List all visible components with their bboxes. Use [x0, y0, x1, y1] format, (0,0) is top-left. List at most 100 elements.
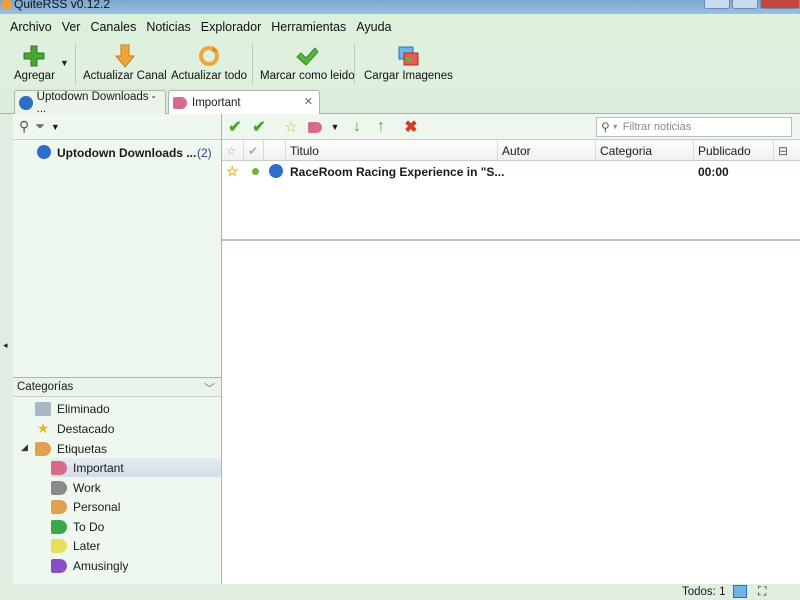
app-icon: [2, 0, 11, 9]
checkmark-icon: [294, 44, 320, 68]
category-label: Destacado: [57, 421, 115, 436]
label-important[interactable]: Important: [51, 458, 221, 477]
news-column-header: ☆ ✔ Titulo Autor Categoria Publicado ⊟: [222, 140, 800, 161]
arrow-down-icon: [112, 44, 138, 68]
status-total: Todos: 1: [682, 586, 726, 598]
load-images-button[interactable]: Cargar Imagenes: [364, 44, 453, 82]
next-arrow-icon[interactable]: ↓: [348, 118, 366, 135]
add-dropdown-icon[interactable]: ▼: [60, 58, 69, 68]
minimize-button[interactable]: [704, 0, 730, 9]
filter-news-input[interactable]: ⚲ ▼ Filtrar noticias: [596, 117, 792, 137]
load-images-label: Cargar Imagenes: [364, 70, 453, 82]
add-label: Agregar: [14, 70, 55, 82]
label-later[interactable]: Later: [51, 536, 100, 555]
menu-archivo[interactable]: Archivo: [10, 20, 52, 34]
columns-menu-icon[interactable]: ⊟: [774, 140, 800, 161]
tab-bar: Uptodown Downloads - ... Important ✕: [0, 88, 800, 115]
window-title: QuiteRSS v0.12.2: [14, 0, 111, 11]
search-icon: ⚲: [601, 120, 610, 134]
chevron-down-icon[interactable]: ▼: [612, 124, 619, 131]
label-tag-icon[interactable]: [306, 119, 324, 135]
categories-title: Categorías: [17, 381, 74, 393]
label-work[interactable]: Work: [51, 478, 101, 497]
label-tag-icon: [51, 499, 67, 514]
add-button[interactable]: Agregar: [14, 44, 55, 82]
menu-bar: Archivo Ver Canales Noticias Explorador …: [0, 14, 800, 40]
window-titlebar: QuiteRSS v0.12.2: [0, 0, 800, 14]
star-icon[interactable]: ☆: [282, 119, 300, 136]
menu-herramientas[interactable]: Herramientas: [271, 20, 346, 34]
feeds-panel: ⚲ ⏷ ▼ Uptodown Downloads ... (2) Categor…: [13, 114, 222, 584]
tab-uptodown[interactable]: Uptodown Downloads - ...: [14, 90, 166, 115]
search-icon[interactable]: ⚲: [19, 118, 29, 135]
label-name: Amusingly: [73, 558, 129, 573]
menu-ver[interactable]: Ver: [62, 20, 81, 34]
tab-close-icon[interactable]: ✕: [304, 95, 313, 108]
main-toolbar: Agregar ▼ Actualizar Canal Actualizar to…: [0, 40, 800, 88]
refresh-icon: [196, 44, 222, 68]
feeds-toolbar: ⚲ ⏷ ▼: [13, 114, 221, 140]
maximize-button[interactable]: [732, 0, 758, 9]
label-name: Personal: [73, 499, 121, 514]
menu-ayuda[interactable]: Ayuda: [356, 20, 391, 34]
menu-noticias[interactable]: Noticias: [146, 20, 190, 34]
news-published: 00:00: [698, 165, 729, 179]
list-splitter[interactable]: [222, 239, 800, 241]
category-labels[interactable]: Etiquetas: [35, 439, 107, 458]
toolbar-divider: [252, 44, 253, 84]
category-starred[interactable]: ★ Destacado: [35, 419, 115, 438]
chevron-down-icon[interactable]: ▼: [326, 119, 344, 135]
author-column-header[interactable]: Autor: [498, 140, 596, 161]
label-name: Important: [73, 460, 124, 475]
window-controls: [704, 0, 800, 10]
download-feed-icon: [269, 164, 283, 178]
category-deleted[interactable]: Eliminado: [35, 399, 110, 418]
fullscreen-icon[interactable]: ⛶: [758, 584, 766, 599]
collapse-strip[interactable]: ◂: [0, 114, 13, 584]
feed-column-header[interactable]: [264, 140, 286, 161]
label-todo[interactable]: To Do: [51, 517, 104, 536]
unread-dot-icon[interactable]: [252, 168, 259, 175]
read-column-icon[interactable]: ✔: [244, 140, 264, 161]
download-feed-icon: [19, 95, 33, 110]
tab-important[interactable]: Important ✕: [168, 90, 320, 115]
label-amusingly[interactable]: Amusingly: [51, 556, 128, 575]
category-column-header[interactable]: Categoria: [596, 140, 694, 161]
news-row[interactable]: ☆ RaceRoom Racing Experience in "S... 00…: [222, 161, 800, 182]
mark-read-button[interactable]: Marcar como leido: [260, 44, 355, 82]
categories-header[interactable]: Categorías ﹀: [13, 377, 221, 397]
tab-label: Important: [192, 97, 241, 109]
delete-icon[interactable]: ✖: [402, 119, 420, 136]
images-icon[interactable]: [733, 585, 747, 598]
trash-icon: [35, 401, 51, 416]
published-column-header[interactable]: Publicado: [694, 140, 774, 161]
filter-icon[interactable]: ⏷: [35, 119, 45, 134]
feed-item[interactable]: Uptodown Downloads ... (2): [13, 142, 221, 164]
mark-read-icon[interactable]: ✔: [226, 119, 244, 136]
tab-label: Uptodown Downloads - ...: [36, 90, 156, 115]
star-icon[interactable]: ☆: [226, 163, 239, 180]
previous-arrow-icon[interactable]: ↑: [372, 118, 390, 135]
label-tag-icon: [51, 558, 67, 573]
news-title: RaceRoom Racing Experience in "S...: [290, 165, 505, 179]
chevron-down-icon[interactable]: ▼: [51, 122, 60, 132]
download-feed-icon: [37, 145, 51, 159]
star-column-icon[interactable]: ☆: [222, 140, 244, 161]
chevron-down-icon[interactable]: ﹀: [204, 380, 215, 396]
mark-all-read-icon[interactable]: ✔: [250, 119, 268, 136]
toolbar-divider: [354, 44, 355, 84]
collapse-arrow-icon[interactable]: ◂: [3, 340, 8, 351]
update-feed-button[interactable]: Actualizar Canal: [83, 44, 167, 82]
collapse-triangle-icon[interactable]: ◢: [21, 442, 28, 453]
title-column-header[interactable]: Titulo: [286, 140, 498, 161]
update-all-label: Actualizar todo: [171, 70, 248, 82]
label-personal[interactable]: Personal: [51, 497, 120, 516]
update-all-button[interactable]: Actualizar todo: [171, 44, 247, 82]
close-window-button[interactable]: [760, 0, 800, 9]
update-feed-label: Actualizar Canal: [83, 70, 167, 82]
menu-canales[interactable]: Canales: [90, 20, 136, 34]
label-tag-icon: [51, 480, 67, 495]
images-icon: [395, 44, 421, 68]
menu-explorador[interactable]: Explorador: [201, 20, 261, 34]
news-panel: ✔ ✔ ☆ ▼ ↓ ↑ ✖ ⚲ ▼ Filtrar noticias ☆ ✔ T…: [222, 114, 800, 584]
